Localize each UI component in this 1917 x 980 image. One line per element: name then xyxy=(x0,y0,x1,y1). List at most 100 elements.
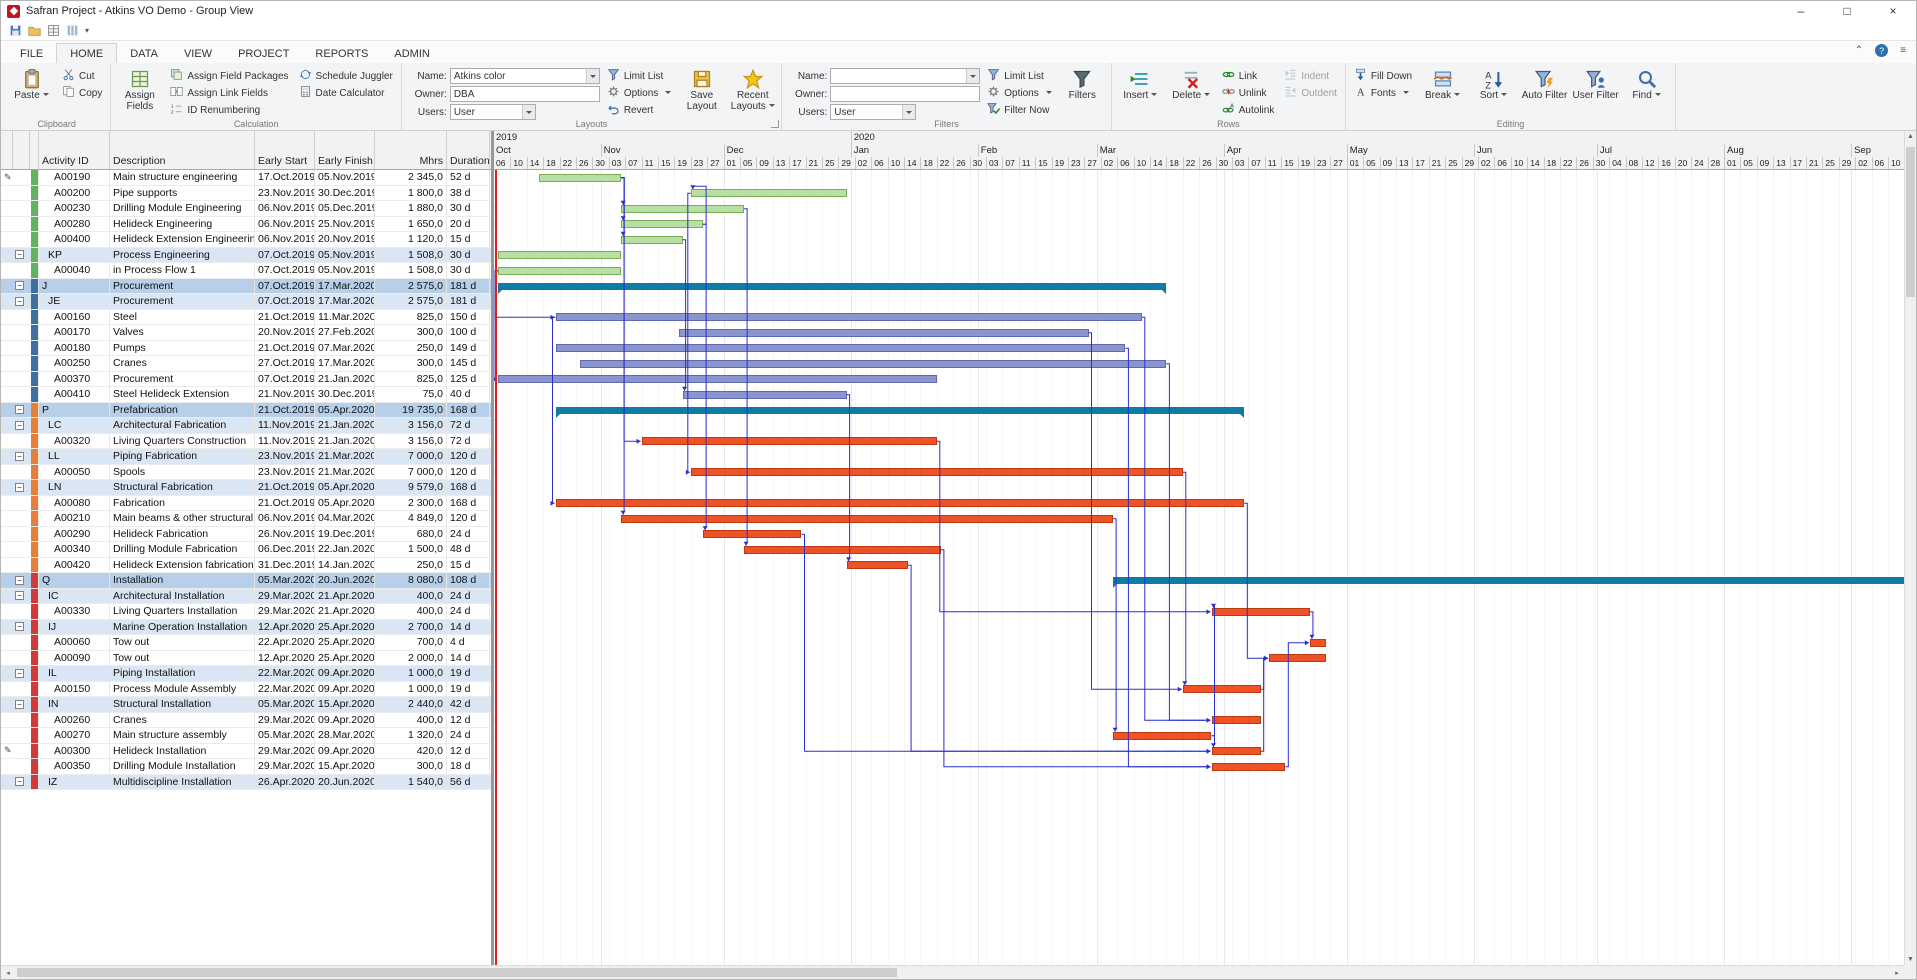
activity-row-A00320[interactable]: A00320Living Quarters Construction11.Nov… xyxy=(1,434,491,450)
tab-admin[interactable]: ADMIN xyxy=(381,44,442,63)
activity-row-JE[interactable]: −JEProcurement07.Oct.201917.Mar.20202 57… xyxy=(1,294,491,310)
paste-button[interactable]: Paste xyxy=(8,65,55,117)
gantt-bar-A00200[interactable] xyxy=(691,189,847,197)
collapse-button[interactable]: − xyxy=(15,669,24,678)
activity-row-IJ[interactable]: −IJMarine Operation Installation12.Apr.2… xyxy=(1,620,491,636)
activity-row-IL[interactable]: −ILPiping Installation22.Mar.202009.Apr.… xyxy=(1,666,491,682)
save-icon[interactable] xyxy=(9,24,22,37)
id-renumbering-button[interactable]: 12ID Renumbering xyxy=(167,102,291,118)
activity-row-A00410[interactable]: A00410Steel Helideck Extension21.Nov.201… xyxy=(1,387,491,403)
chevron-down-icon[interactable] xyxy=(522,105,535,119)
fill-down-button[interactable]: Fill Down xyxy=(1351,68,1415,84)
activity-row-A00420[interactable]: A00420Helideck Extension fabrication31.D… xyxy=(1,558,491,574)
minimize-button[interactable]: – xyxy=(1778,1,1824,21)
column-header-finish[interactable]: Early Finish xyxy=(315,131,375,169)
gantt-bar-A00150[interactable] xyxy=(1183,685,1261,693)
gantt-bar-A00090[interactable] xyxy=(1269,654,1326,662)
filters-users-select[interactable]: User xyxy=(830,104,916,120)
gantt-bar-A00060[interactable] xyxy=(1310,639,1326,647)
help-icon[interactable]: ? xyxy=(1875,44,1888,57)
collapse-button[interactable]: − xyxy=(15,281,24,290)
gantt-bar-A00230[interactable] xyxy=(621,205,744,213)
collapse-button[interactable]: − xyxy=(15,405,24,414)
gantt-bar-A00320[interactable] xyxy=(642,437,937,445)
activity-row-A00160[interactable]: A00160Steel21.Oct.201911.Mar.2020825,015… xyxy=(1,310,491,326)
gantt-bar-A00080[interactable] xyxy=(556,499,1245,507)
filter-now-button[interactable]: Filter Now xyxy=(984,102,1054,118)
assign-fields-button[interactable]: Assign Fields xyxy=(116,65,163,117)
gantt-bar-A00410[interactable] xyxy=(683,391,847,399)
layouts-owner-input[interactable]: DBA xyxy=(450,86,600,102)
filters-owner-input[interactable] xyxy=(830,86,980,102)
activity-row-P[interactable]: −PPrefabrication21.Oct.201905.Apr.202019… xyxy=(1,403,491,419)
close-button[interactable]: × xyxy=(1870,1,1916,21)
break-button[interactable]: Break xyxy=(1419,65,1466,117)
columns-icon[interactable] xyxy=(66,24,79,37)
gantt-bar-A00370[interactable] xyxy=(498,375,937,383)
indent-button[interactable]: Indent xyxy=(1281,68,1340,84)
activity-row-A00340[interactable]: A00340Drilling Module Fabrication06.Dec.… xyxy=(1,542,491,558)
assign-link-fields-button[interactable]: Assign Link Fields xyxy=(167,85,291,101)
filters-name-select[interactable] xyxy=(830,68,980,84)
column-header-desc[interactable]: Description xyxy=(110,131,255,169)
gantt-bar-KP[interactable] xyxy=(498,251,621,259)
gantt-bar-A00280[interactable] xyxy=(621,220,703,228)
date-calculator-button[interactable]: Date Calculator xyxy=(296,85,396,101)
collapse-button[interactable]: − xyxy=(15,622,24,631)
activity-row-A00200[interactable]: A00200Pipe supports23.Nov.201930.Dec.201… xyxy=(1,186,491,202)
gantt-bar-A00330[interactable] xyxy=(1212,608,1310,616)
schedule-juggler-button[interactable]: Schedule Juggler xyxy=(296,68,396,84)
column-header-start[interactable]: Early Start xyxy=(255,131,315,169)
options-button[interactable]: Options xyxy=(984,85,1054,101)
collapse-button[interactable]: − xyxy=(15,250,24,259)
recent-layouts-button[interactable]: Recent Layouts xyxy=(729,65,776,117)
gantt-bar-A00250[interactable] xyxy=(580,360,1166,368)
activity-row-A00300[interactable]: ✎A00300Helideck Installation29.Mar.20200… xyxy=(1,744,491,760)
gantt-bar-A00040[interactable] xyxy=(498,267,621,275)
insert-button[interactable]: Insert xyxy=(1117,65,1164,117)
revert-button[interactable]: Revert xyxy=(604,102,674,118)
activity-row-Q[interactable]: −QInstallation05.Mar.202020.Jun.20208 08… xyxy=(1,573,491,589)
menu-icon[interactable]: ≡ xyxy=(1900,45,1906,56)
limit-list-button[interactable]: Limit List xyxy=(604,68,674,84)
activity-row-A00080[interactable]: A00080Fabrication21.Oct.201905.Apr.20202… xyxy=(1,496,491,512)
tab-reports[interactable]: REPORTS xyxy=(302,44,381,63)
sort-button[interactable]: AZSort xyxy=(1470,65,1517,117)
activity-row-LN[interactable]: −LNStructural Fabrication21.Oct.201905.A… xyxy=(1,480,491,496)
maximize-button[interactable]: □ xyxy=(1824,1,1870,21)
collapse-button[interactable]: − xyxy=(15,700,24,709)
activity-row-A00230[interactable]: A00230Drilling Module Engineering06.Nov.… xyxy=(1,201,491,217)
tab-project[interactable]: PROJECT xyxy=(225,44,302,63)
activity-row-A00090[interactable]: A00090Tow out12.Apr.202025.Apr.20202 000… xyxy=(1,651,491,667)
gantt-bar-A00160[interactable] xyxy=(556,313,1142,321)
chevron-down-icon[interactable] xyxy=(586,69,599,83)
gantt-bar-A00210[interactable] xyxy=(621,515,1113,523)
activity-row-A00250[interactable]: A00250Cranes27.Oct.201917.Mar.2020300,01… xyxy=(1,356,491,372)
activity-row-A00400[interactable]: A00400Helideck Extension Engineering06.N… xyxy=(1,232,491,248)
gantt-bar-A00050[interactable] xyxy=(691,468,1183,476)
tab-file[interactable]: FILE xyxy=(7,44,56,63)
activity-row-A00190[interactable]: ✎A00190Main structure engineering17.Oct.… xyxy=(1,170,491,186)
gantt-bar-A00180[interactable] xyxy=(556,344,1126,352)
outdent-button[interactable]: Outdent xyxy=(1281,85,1340,101)
tab-data[interactable]: DATA xyxy=(117,44,171,63)
tab-view[interactable]: VIEW xyxy=(171,44,225,63)
column-header-id[interactable]: Activity ID xyxy=(39,131,110,169)
activity-row-A00150[interactable]: A00150Process Module Assembly22.Mar.2020… xyxy=(1,682,491,698)
activity-row-IZ[interactable]: −IZMultidiscipline Installation26.Apr.20… xyxy=(1,775,491,791)
gantt-bar-A00350[interactable] xyxy=(1212,763,1286,771)
open-folder-icon[interactable] xyxy=(28,24,41,37)
layouts-users-select[interactable]: User xyxy=(450,104,536,120)
collapse-ribbon-icon[interactable]: ⌃ xyxy=(1855,45,1863,56)
unlink-button[interactable]: Unlink xyxy=(1219,85,1278,101)
tab-home[interactable]: HOME xyxy=(56,43,117,63)
layouts-name-select[interactable]: Atkins color xyxy=(450,68,600,84)
gantt-bar-A00170[interactable] xyxy=(679,329,1089,337)
qat-customize-icon[interactable]: ▾ xyxy=(85,26,89,35)
collapse-button[interactable]: − xyxy=(15,591,24,600)
activity-row-A00210[interactable]: A00210Main beams & other structural elem… xyxy=(1,511,491,527)
link-button[interactable]: Link xyxy=(1219,68,1278,84)
gantt-bar-J[interactable] xyxy=(498,283,1166,290)
column-header-mhrs[interactable]: Mhrs xyxy=(375,131,447,169)
activity-row-A00290[interactable]: A00290Helideck Fabrication26.Nov.201919.… xyxy=(1,527,491,543)
